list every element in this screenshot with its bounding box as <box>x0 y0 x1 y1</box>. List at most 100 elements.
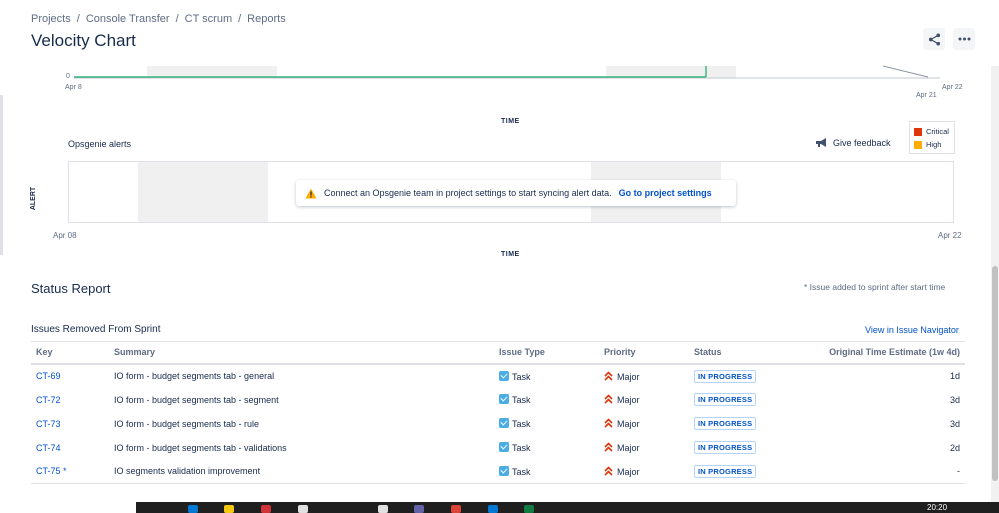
taskbar-app-icon[interactable] <box>524 505 534 513</box>
more-actions-button[interactable] <box>953 28 975 50</box>
x-axis-end-label: Apr 22 <box>942 84 963 91</box>
opsgenie-message-text: Connect an Opsgenie team in project sett… <box>324 188 612 198</box>
priority-label: Major <box>617 371 640 382</box>
issue-type-cell: Task <box>494 364 599 388</box>
column-header-estimate[interactable]: Original Time Estimate (1w 4d) <box>799 341 965 365</box>
issue-type-label: Task <box>512 466 531 477</box>
alert-x-start-label: Apr 08 <box>53 231 77 240</box>
x-axis-title: TIME <box>501 118 520 125</box>
issue-type-label: Task <box>512 395 531 405</box>
issue-key-link[interactable]: CT-72 <box>31 388 109 412</box>
status-lozenge: IN PROGRESS <box>694 369 757 383</box>
status-cell: IN PROGRESS <box>689 459 799 484</box>
taskbar-app-icon[interactable] <box>298 505 308 513</box>
task-icon <box>499 370 509 381</box>
taskbar-app-icon[interactable] <box>224 505 234 513</box>
priority-cell: Major <box>599 388 689 412</box>
view-in-issue-navigator-link[interactable]: View in Issue Navigator <box>865 325 959 335</box>
page-title: Velocity Chart <box>31 31 136 50</box>
priority-cell: Major <box>599 412 689 436</box>
issue-type-cell: Task <box>494 436 599 460</box>
table-header-row: Key Summary Issue Type Priority Status O… <box>31 341 965 365</box>
warning-icon <box>305 188 317 198</box>
more-icon <box>958 37 970 41</box>
issue-summary: IO form - budget segments tab - rule <box>114 418 260 429</box>
y-axis-zero-label: 0 <box>66 73 70 80</box>
priority-major-icon <box>604 418 613 428</box>
priority-cell: Major <box>599 459 689 484</box>
priority-major-icon <box>604 370 613 381</box>
x-axis-sprint-end-label: Apr 21 <box>916 92 937 99</box>
priority-label: Major <box>617 419 640 429</box>
taskbar-app-icon[interactable] <box>378 505 388 513</box>
table-row: CT-69 IO form - budget segments tab - gen… <box>31 364 965 388</box>
non-working-band <box>138 162 268 222</box>
project-settings-link[interactable]: Go to project settings <box>619 188 712 198</box>
trend-line <box>882 65 929 78</box>
megaphone-icon <box>816 138 826 147</box>
column-header-status[interactable]: Status <box>689 341 799 365</box>
breadcrumb-reports[interactable]: Reports <box>247 13 286 25</box>
priority-major-icon <box>604 394 613 404</box>
breadcrumb-projects[interactable]: Projects <box>31 13 71 25</box>
legend-label: Critical <box>926 127 949 136</box>
alert-y-axis-title: ALERT <box>30 186 38 211</box>
column-header-priority[interactable]: Priority <box>599 341 689 365</box>
legend-label: High <box>926 140 942 149</box>
status-cell: IN PROGRESS <box>689 388 799 412</box>
taskbar-app-icon[interactable] <box>488 505 498 513</box>
breadcrumb-separator: / <box>76 13 80 25</box>
priority-cell: Major <box>599 436 689 460</box>
issues-removed-table: Key Summary Issue Type Priority Status O… <box>31 341 965 484</box>
time-estimate: - <box>799 459 965 484</box>
issue-type-cell: Task <box>494 388 599 412</box>
legend-item-high: High <box>914 138 950 151</box>
status-lozenge: IN PROGRESS <box>694 417 757 430</box>
issue-key-link[interactable]: CT-69 <box>31 364 109 388</box>
issue-type-cell: Task <box>494 459 599 484</box>
time-estimate: 3d <box>949 418 960 429</box>
alert-x-end-label: Apr 22 <box>938 231 962 240</box>
taskbar-app-icon[interactable] <box>451 505 461 513</box>
time-estimate: 3d <box>949 394 960 405</box>
time-estimate: 1d <box>949 371 960 381</box>
time-estimate: 2d <box>949 442 960 453</box>
status-report-note: * Issue added to sprint after start time <box>804 282 946 292</box>
breadcrumb-separator: / <box>175 13 179 25</box>
page-scrollbar[interactable] <box>991 66 999 506</box>
alert-legend: Critical High <box>909 121 955 154</box>
task-icon <box>499 465 509 476</box>
priority-major-icon <box>604 466 613 476</box>
issue-summary: IO form - budget segments tab - general <box>114 371 275 381</box>
scrollbar-thumb[interactable] <box>992 266 998 481</box>
status-cell: IN PROGRESS <box>689 364 799 388</box>
give-feedback-button[interactable]: Give feedback <box>815 137 891 148</box>
status-lozenge: IN PROGRESS <box>694 441 757 454</box>
status-report-title: Status Report <box>31 281 111 296</box>
breadcrumb-project[interactable]: Console Transfer <box>86 13 170 25</box>
status-lozenge: IN PROGRESS <box>694 393 757 406</box>
legend-item-critical: Critical <box>914 125 950 138</box>
issue-key-link[interactable]: CT-73 <box>31 412 109 436</box>
task-icon <box>499 394 509 404</box>
issue-summary: IO form - budget segments tab - validati… <box>114 442 287 453</box>
breadcrumb-board[interactable]: CT scrum <box>185 13 232 25</box>
taskbar-app-icon[interactable] <box>188 505 198 513</box>
column-header-summary[interactable]: Summary <box>109 341 494 365</box>
legend-swatch-critical <box>914 127 922 136</box>
table-row: CT-75 * IO segments validation improvemen… <box>31 459 965 484</box>
issue-type-label: Task <box>512 419 531 429</box>
issue-summary: IO form - budget segments tab - segment <box>114 394 279 405</box>
issue-summary: IO segments validation improvement <box>109 459 494 484</box>
taskbar-app-icon[interactable] <box>261 505 271 513</box>
os-taskbar: 20:20 <box>136 502 999 513</box>
legend-swatch-high <box>914 140 922 149</box>
column-header-issue-type[interactable]: Issue Type <box>494 341 599 365</box>
share-button[interactable] <box>923 28 945 50</box>
column-header-key[interactable]: Key <box>31 341 109 365</box>
issue-key-link[interactable]: CT-75 * <box>31 459 109 484</box>
non-working-band <box>606 66 736 78</box>
taskbar-app-icon[interactable] <box>414 505 424 513</box>
opsgenie-title: Opsgenie alerts <box>68 139 132 149</box>
issue-key-link[interactable]: CT-74 <box>31 436 109 460</box>
